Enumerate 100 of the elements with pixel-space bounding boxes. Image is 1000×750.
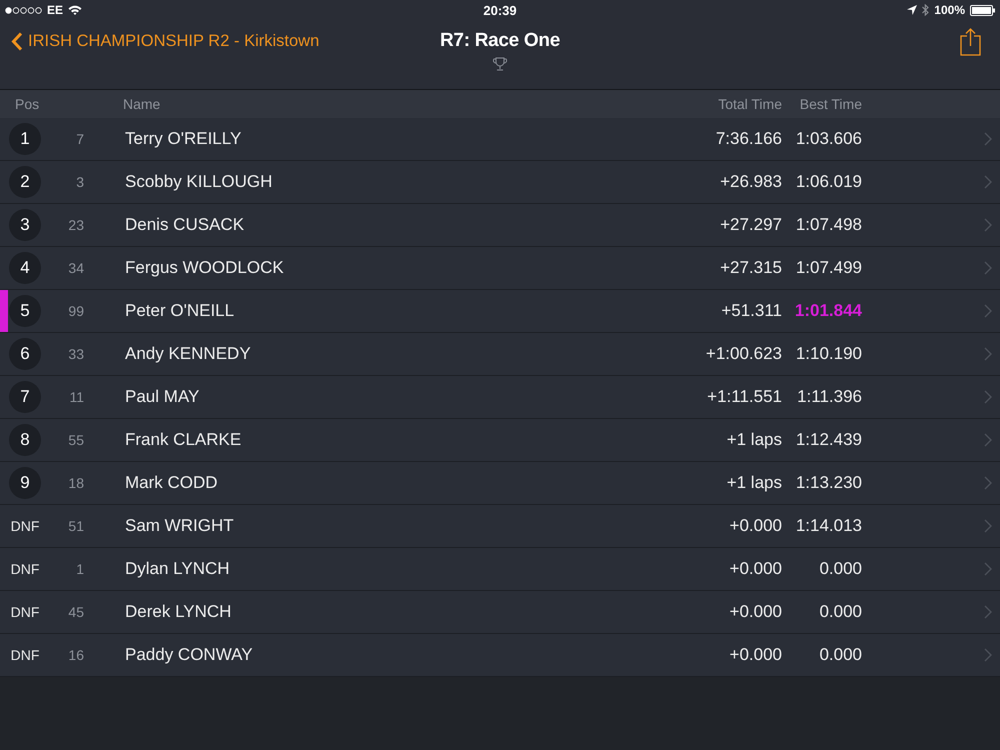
chevron-icon [984, 648, 992, 662]
driver-name: Mark CODD [125, 473, 218, 493]
driver-name: Derek LYNCH [125, 602, 232, 622]
column-header: Total Time [718, 96, 782, 112]
result-row[interactable]: DNF 1 Dylan LYNCH +0.000 0.000 [0, 548, 1000, 591]
car-number: 34 [68, 260, 84, 276]
total-time: +27.297 [720, 215, 782, 235]
chevron-icon [984, 261, 992, 275]
back-button[interactable]: IRISH CHAMPIONSHIP R2 - Kirkistown [11, 30, 320, 52]
total-time: +1 laps [726, 473, 782, 493]
position-label: DNF [10, 647, 40, 663]
result-row[interactable]: 3 23 Denis CUSACK +27.297 1:07.498 [0, 204, 1000, 247]
best-time: 0.000 [819, 602, 862, 622]
best-time: 1:07.499 [796, 258, 862, 278]
best-time: 1:14.013 [796, 516, 862, 536]
driver-name: Fergus WOODLOCK [125, 258, 284, 278]
chevron-icon [984, 390, 992, 404]
car-number: 33 [68, 346, 84, 362]
result-row[interactable]: 4 34 Fergus WOODLOCK +27.315 1:07.499 [0, 247, 1000, 290]
position-badge: 3 [9, 209, 41, 241]
driver-name: Paul MAY [125, 387, 200, 407]
position-label: DNF [10, 604, 40, 620]
car-number: 45 [68, 604, 84, 620]
chevron-icon [984, 175, 992, 189]
position-badge: 4 [9, 252, 41, 284]
total-time: +27.315 [720, 258, 782, 278]
chevron-icon [984, 433, 992, 447]
chevron-icon [984, 519, 992, 533]
best-time: 1:07.498 [796, 215, 862, 235]
best-time: 1:01.844 [794, 301, 862, 321]
car-number: 7 [76, 131, 84, 147]
result-row[interactable]: DNF 45 Derek LYNCH +0.000 0.000 [0, 591, 1000, 634]
driver-name: Sam WRIGHT [125, 516, 234, 536]
best-time: 1:03.606 [796, 129, 862, 149]
result-row[interactable]: 1 7 Terry O'REILLY 7:36.166 1:03.606 [0, 118, 1000, 161]
driver-name: Scobby KILLOUGH [125, 172, 272, 192]
total-time: +51.311 [721, 301, 782, 321]
clock-time: 20:39 [483, 2, 517, 18]
trophy-icon [492, 57, 507, 71]
result-row[interactable]: 8 55 Frank CLARKE +1 laps 1:12.439 [0, 419, 1000, 462]
location-arrow-icon [907, 5, 918, 15]
car-number: 16 [68, 647, 84, 663]
best-time: 1:06.019 [796, 172, 862, 192]
car-number: 11 [69, 389, 84, 405]
result-row[interactable]: 2 3 Scobby KILLOUGH +26.983 1:06.019 [0, 161, 1000, 204]
carrier-name: EE [47, 3, 64, 17]
best-time: 1:10.190 [796, 344, 862, 364]
position-badge: 9 [9, 467, 41, 499]
car-number: 1 [76, 561, 84, 577]
best-time: 0.000 [819, 645, 862, 665]
back-chevron-icon [11, 32, 23, 50]
result-row[interactable]: DNF 51 Sam WRIGHT +0.000 1:14.013 [0, 505, 1000, 548]
driver-name: Dylan LYNCH [125, 559, 230, 579]
driver-name: Frank CLARKE [125, 430, 242, 450]
wifi-icon [68, 5, 82, 15]
result-row[interactable]: 5 99 Peter O'NEILL +51.311 1:01.844 [0, 290, 1000, 333]
best-time: 1:12.439 [796, 430, 862, 450]
total-time: +1:00.623 [706, 344, 782, 364]
driver-name: Denis CUSACK [125, 215, 244, 235]
result-row[interactable]: 6 33 Andy KENNEDY +1:00.623 1:10.190 [0, 333, 1000, 376]
car-number: 51 [68, 518, 84, 534]
screen-title: R7: Race One [440, 30, 560, 52]
total-time: 7:36.166 [716, 129, 782, 149]
driver-name: Andy KENNEDY [125, 344, 251, 364]
total-time: +0.000 [730, 559, 782, 579]
result-row[interactable]: 7 11 Paul MAY +1:11.551 1:11.396 [0, 376, 1000, 419]
chevron-icon [984, 476, 992, 490]
total-time: +1 laps [726, 430, 782, 450]
battery-percent: 100% [934, 3, 965, 17]
column-header: Best Time [800, 96, 862, 112]
position-badge: 1 [9, 123, 41, 155]
chevron-icon [984, 304, 992, 318]
total-time: +0.000 [730, 516, 782, 536]
column-header: Pos [14, 96, 40, 112]
best-time: 1:13.230 [796, 473, 862, 493]
car-number: 99 [68, 303, 84, 319]
driver-name: Paddy CONWAY [125, 645, 253, 665]
bluetooth-icon [922, 4, 930, 16]
chevron-icon [984, 132, 992, 146]
driver-name: Peter O'NEILL [125, 301, 234, 321]
chevron-icon [984, 562, 992, 576]
best-time: 0.000 [819, 559, 862, 579]
chevron-icon [984, 605, 992, 619]
result-row[interactable]: DNF 16 Paddy CONWAY +0.000 0.000 [0, 634, 1000, 677]
best-time: 1:11.396 [797, 387, 862, 407]
driver-name: Terry O'REILLY [125, 129, 242, 149]
position-badge: 5 [9, 295, 41, 327]
total-time: +26.983 [720, 172, 782, 192]
total-time: +0.000 [730, 645, 782, 665]
position-badge: 8 [9, 424, 41, 456]
share-button[interactable] [960, 28, 981, 56]
car-number: 18 [68, 475, 84, 491]
result-row[interactable]: 9 18 Mark CODD +1 laps 1:13.230 [0, 462, 1000, 505]
total-time: +1:11.551 [707, 387, 782, 407]
share-icon [960, 28, 981, 56]
battery-icon [970, 4, 995, 16]
car-number: 23 [68, 217, 84, 233]
signal-icon [5, 6, 42, 14]
position-badge: 6 [9, 338, 41, 370]
chevron-icon [984, 347, 992, 361]
